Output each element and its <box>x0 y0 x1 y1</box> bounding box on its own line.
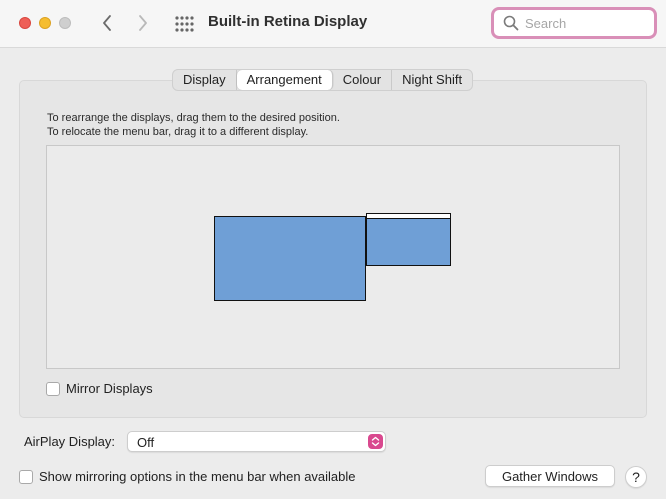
display-arrangement-area <box>46 145 620 369</box>
help-button[interactable]: ? <box>625 466 647 488</box>
display-main[interactable] <box>214 216 366 301</box>
instruction-line-2: To relocate the menu bar, drag it to a d… <box>47 126 309 138</box>
instruction-line-1: To rearrange the displays, drag them to … <box>47 112 340 124</box>
forward-button[interactable] <box>132 12 154 34</box>
tab-display[interactable]: Display <box>173 70 237 90</box>
tab-colour[interactable]: Colour <box>333 70 393 90</box>
grid-icon <box>175 16 194 32</box>
arrangement-instructions: To rearrange the displays, drag them to … <box>47 111 340 139</box>
menu-bar-handle[interactable] <box>367 214 450 219</box>
show-mirroring-checkbox[interactable] <box>19 469 33 484</box>
title-bar: Built-in Retina Display <box>0 0 666 48</box>
show-mirroring-label: Show mirroring options in the menu bar w… <box>39 469 356 484</box>
show-all-button[interactable] <box>173 13 195 35</box>
gather-windows-button[interactable]: Gather Windows <box>485 465 615 487</box>
chevron-left-icon <box>103 15 111 31</box>
mirror-displays-checkbox[interactable] <box>46 381 60 396</box>
tab-night-shift[interactable]: Night Shift <box>392 70 472 90</box>
tab-arrangement[interactable]: Arrangement <box>236 70 333 90</box>
search-input[interactable] <box>525 15 645 31</box>
close-button[interactable] <box>19 17 31 29</box>
back-button[interactable] <box>96 12 118 34</box>
airplay-display-select[interactable]: Off <box>127 431 386 452</box>
zoom-button[interactable] <box>59 17 71 29</box>
mirror-displays-option: Mirror Displays <box>46 381 153 396</box>
display-secondary[interactable] <box>366 213 451 266</box>
select-arrows-icon <box>368 434 383 449</box>
airplay-display-value: Off <box>137 435 155 450</box>
airplay-display-label: AirPlay Display: <box>24 434 116 449</box>
minimize-button[interactable] <box>39 17 51 29</box>
window-title: Built-in Retina Display <box>208 13 368 30</box>
show-mirroring-option: Show mirroring options in the menu bar w… <box>19 469 356 484</box>
search-icon <box>503 15 519 31</box>
search-field[interactable] <box>491 7 657 39</box>
chevron-right-icon <box>139 15 147 31</box>
tab-bar: Display Arrangement Colour Night Shift <box>172 69 474 91</box>
mirror-displays-label: Mirror Displays <box>66 381 153 396</box>
